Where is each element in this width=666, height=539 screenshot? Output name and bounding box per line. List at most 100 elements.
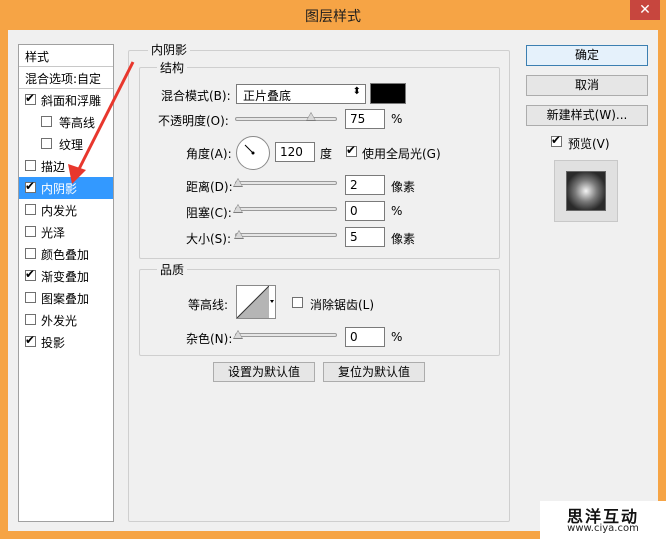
inner-shadow-group-title: 内阴影 (148, 41, 191, 58)
size-label: 大小(S): (186, 232, 232, 246)
outer-glow-checkbox[interactable] (25, 314, 36, 325)
choke-input[interactable]: 0 (345, 201, 385, 221)
list-item-stroke[interactable]: 描边 (19, 155, 113, 177)
preview-label[interactable]: 预览(V) (568, 135, 610, 152)
quality-group-title: 品质 (157, 261, 188, 278)
structure-group-title: 结构 (157, 59, 188, 76)
texture-checkbox[interactable] (41, 138, 52, 149)
list-item-label: 斜面和浮雕 (41, 94, 102, 108)
watermark-logo: 思洋互动 www.ciya.com (540, 501, 666, 539)
use-global-light-label[interactable]: 使用全局光(G) (362, 145, 441, 162)
distance-input[interactable]: 2 (345, 175, 385, 195)
blend-mode-select[interactable]: 正片叠底 ⬍ (236, 84, 366, 104)
check-icon: ✔ (25, 333, 36, 347)
stroke-checkbox[interactable] (25, 160, 36, 171)
list-item-label: 描边 (41, 160, 66, 174)
list-item-inner-shadow[interactable]: ✔ 内阴影 (19, 177, 113, 199)
distance-slider-handle[interactable] (233, 178, 243, 187)
list-item-bevel-emboss[interactable]: ✔ 斜面和浮雕 (19, 89, 113, 111)
angle-needle-icon (244, 144, 255, 155)
noise-slider[interactable] (235, 333, 337, 337)
preview-checkbox[interactable]: ✔ (551, 133, 562, 147)
shadow-color-swatch[interactable] (370, 83, 406, 104)
angle-unit: 度 (320, 147, 333, 161)
contour-picker[interactable] (236, 285, 276, 319)
opacity-unit: % (391, 112, 403, 126)
distance-label: 距离(D): (186, 180, 233, 194)
noise-slider-handle[interactable] (233, 330, 243, 339)
list-item-pattern-overlay[interactable]: 图案叠加 (19, 287, 113, 309)
list-item-outer-glow[interactable]: 外发光 (19, 309, 113, 331)
blend-mode-label: 混合模式(B): (161, 89, 231, 103)
satin-checkbox[interactable] (25, 226, 36, 237)
opacity-slider-handle[interactable] (306, 112, 316, 121)
list-item-gradient-overlay[interactable]: ✔ 渐变叠加 (19, 265, 113, 287)
dialog-client-area: 样式 混合选项:自定 ✔ 斜面和浮雕 等高线 纹理 描边 ✔ 内阴影 内发光 光… (8, 30, 658, 531)
list-item-satin[interactable]: 光泽 (19, 221, 113, 243)
list-item-label: 等高线 (59, 116, 96, 130)
blend-mode-value: 正片叠底 (243, 89, 292, 103)
check-icon: ✔ (25, 179, 36, 193)
list-item-label: 样式 (25, 50, 50, 64)
list-item-label: 光泽 (41, 226, 66, 240)
check-icon: ✔ (346, 143, 357, 157)
use-global-light-checkbox[interactable]: ✔ (346, 143, 357, 157)
size-unit: 像素 (391, 232, 416, 246)
window-title: 图层样式 (305, 9, 361, 25)
check-icon: ✔ (25, 267, 36, 281)
noise-unit: % (391, 330, 403, 344)
list-item-label: 颜色叠加 (41, 248, 90, 262)
linear-contour-icon (237, 286, 275, 318)
choke-slider[interactable] (235, 207, 337, 211)
noise-input[interactable]: 0 (345, 327, 385, 347)
list-item-styles-header[interactable]: 样式 (19, 45, 113, 67)
anti-alias-checkbox[interactable] (292, 297, 303, 308)
check-icon: ✔ (551, 133, 562, 147)
size-slider[interactable] (235, 233, 337, 237)
color-overlay-checkbox[interactable] (25, 248, 36, 259)
watermark-url: www.ciya.com (567, 523, 639, 534)
choke-slider-handle[interactable] (233, 204, 243, 213)
check-icon: ✔ (25, 91, 36, 105)
reset-default-button[interactable]: 复位为默认值 (323, 362, 425, 382)
pattern-overlay-checkbox[interactable] (25, 292, 36, 303)
list-item-texture[interactable]: 纹理 (19, 133, 113, 155)
make-default-button[interactable]: 设置为默认值 (213, 362, 315, 382)
close-button[interactable]: ✕ (630, 0, 660, 20)
cancel-button[interactable]: 取消 (526, 75, 648, 96)
bevel-emboss-checkbox[interactable]: ✔ (25, 91, 36, 105)
layer-style-dialog: 图层样式 ✕ 样式 混合选项:自定 ✔ 斜面和浮雕 等高线 纹理 描边 ✔ 内阴… (0, 0, 666, 539)
list-item-label: 混合选项:自定 (25, 72, 102, 86)
inner-glow-checkbox[interactable] (25, 204, 36, 215)
inner-shadow-checkbox[interactable]: ✔ (25, 179, 36, 193)
angle-dial[interactable] (236, 136, 270, 170)
list-item-label: 纹理 (59, 138, 84, 152)
list-item-label: 渐变叠加 (41, 270, 90, 284)
new-style-button[interactable]: 新建样式(W)... (526, 105, 648, 126)
styles-list: 样式 混合选项:自定 ✔ 斜面和浮雕 等高线 纹理 描边 ✔ 内阴影 内发光 光… (18, 44, 114, 522)
list-item-inner-glow[interactable]: 内发光 (19, 199, 113, 221)
preview-thumbnail (566, 171, 606, 211)
contour-checkbox[interactable] (41, 116, 52, 127)
drop-shadow-checkbox[interactable]: ✔ (25, 333, 36, 347)
angle-input[interactable]: 120 (275, 142, 315, 162)
opacity-input[interactable]: 75 (345, 109, 385, 129)
list-item-color-overlay[interactable]: 颜色叠加 (19, 243, 113, 265)
size-slider-handle[interactable] (234, 230, 244, 239)
list-item-blending-options[interactable]: 混合选项:自定 (19, 67, 113, 89)
ok-button[interactable]: 确定 (526, 45, 648, 66)
opacity-label: 不透明度(O): (158, 114, 229, 128)
gradient-overlay-checkbox[interactable]: ✔ (25, 267, 36, 281)
title-bar[interactable]: 图层样式 ✕ (0, 0, 666, 30)
list-item-label: 外发光 (41, 314, 78, 328)
opacity-slider[interactable] (235, 117, 337, 121)
choke-unit: % (391, 204, 403, 218)
anti-alias-label[interactable]: 消除锯齿(L) (310, 296, 374, 313)
size-input[interactable]: 5 (345, 227, 385, 247)
distance-slider[interactable] (235, 181, 337, 185)
list-item-contour[interactable]: 等高线 (19, 111, 113, 133)
list-item-label: 投影 (41, 336, 66, 350)
updown-arrow-icon: ⬍ (352, 86, 361, 97)
list-item-drop-shadow[interactable]: ✔ 投影 (19, 331, 113, 353)
choke-label: 阻塞(C): (186, 206, 232, 220)
